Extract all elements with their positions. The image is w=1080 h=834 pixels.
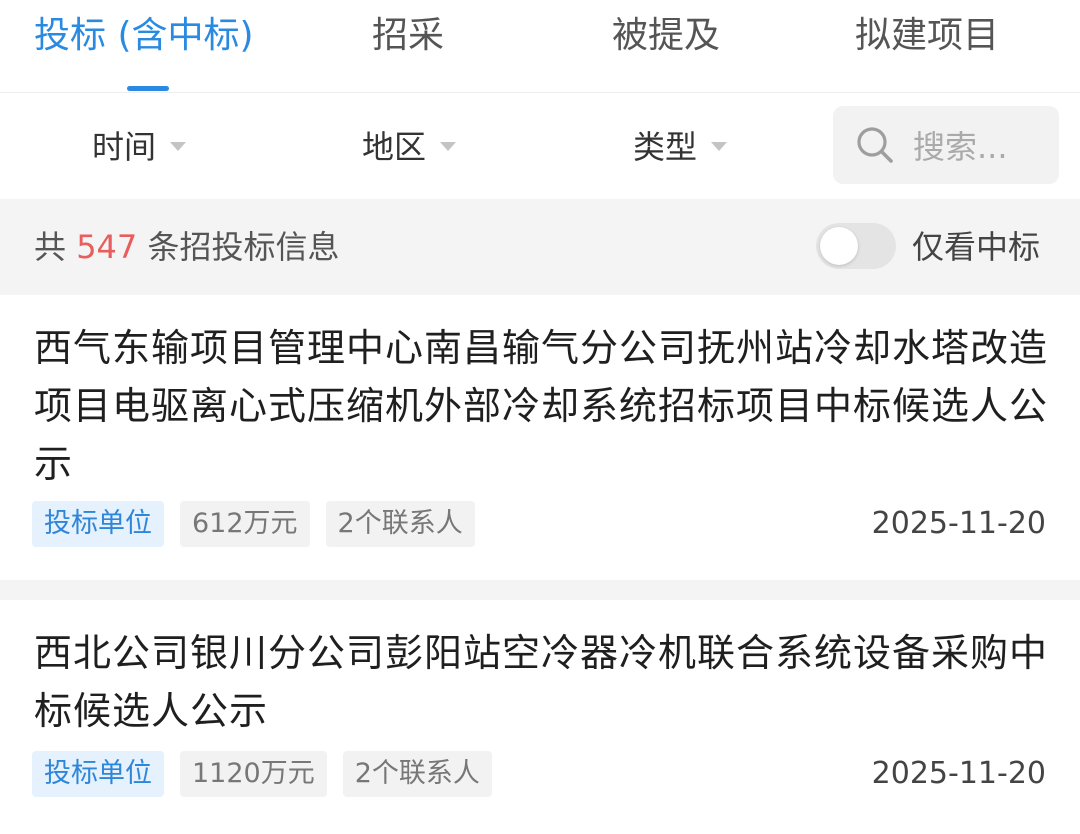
item-title: 西气东输项目管理中心南昌输气分公司抚州站冷却水塔改造项目电驱离心式压缩机外部冷却… [34,326,1049,486]
filter-type-dropdown[interactable]: 类型 [633,124,728,166]
role-tag: 投标单位 [32,751,164,797]
item-title: 西北公司银川分公司彭阳站空冷器冷机联合系统设备采购中标候选人公示 [34,631,1049,733]
result-count-prefix: 共 [34,228,67,266]
item-tags: 投标单位 612万元 2个联系人 [32,501,475,547]
item-tags: 投标单位 1120万元 2个联系人 [32,751,492,797]
caret-down-icon [711,141,728,151]
winning-only-toggle[interactable] [816,223,896,269]
result-summary-bar: 共 547 条招投标信息 仅看中标 [0,199,1080,295]
search-input[interactable]: 搜索... [833,106,1059,184]
top-tab-bar: 投标 (含中标) 招采 被提及 拟建项目 [0,0,1080,93]
item-date: 2025-11-20 [871,506,1046,541]
search-placeholder: 搜索... [913,128,1008,166]
toggle-knob [820,227,858,265]
filter-region-label: 地区 [362,128,427,166]
filter-time-label: 时间 [92,128,157,166]
item-date: 2025-11-20 [871,756,1046,791]
list-item[interactable]: 西北公司银川分公司彭阳站空冷器冷机联合系统设备采购中标候选人公示 投标单位 11… [0,600,1080,834]
tab-procurement[interactable]: 招采 [372,14,444,58]
result-count-suffix: 条招投标信息 [147,228,340,266]
filter-region-dropdown[interactable]: 地区 [362,124,457,166]
search-icon [855,125,895,165]
amount-tag: 1120万元 [180,751,327,797]
contacts-tag[interactable]: 2个联系人 [325,501,475,547]
tab-mentioned[interactable]: 被提及 [612,14,720,58]
result-count-text: 共 547 条招投标信息 [34,225,339,269]
caret-down-icon [440,141,457,151]
list-divider [0,580,1080,600]
amount-tag: 612万元 [180,501,310,547]
winning-only-label: 仅看中标 [912,228,1041,266]
role-tag: 投标单位 [32,501,164,547]
caret-down-icon [170,141,187,151]
result-count: 547 [76,228,138,266]
filter-type-label: 类型 [633,128,698,166]
tab-bidding[interactable]: 投标 (含中标) [34,14,254,58]
tab-planned-projects[interactable]: 拟建项目 [855,14,999,58]
filter-time-dropdown[interactable]: 时间 [92,124,187,166]
list-item[interactable]: 西气东输项目管理中心南昌输气分公司抚州站冷却水塔改造项目电驱离心式压缩机外部冷却… [0,295,1080,580]
contacts-tag[interactable]: 2个联系人 [342,751,492,797]
active-tab-indicator [127,86,169,91]
filter-bar: 时间 地区 类型 搜索... [0,93,1080,199]
